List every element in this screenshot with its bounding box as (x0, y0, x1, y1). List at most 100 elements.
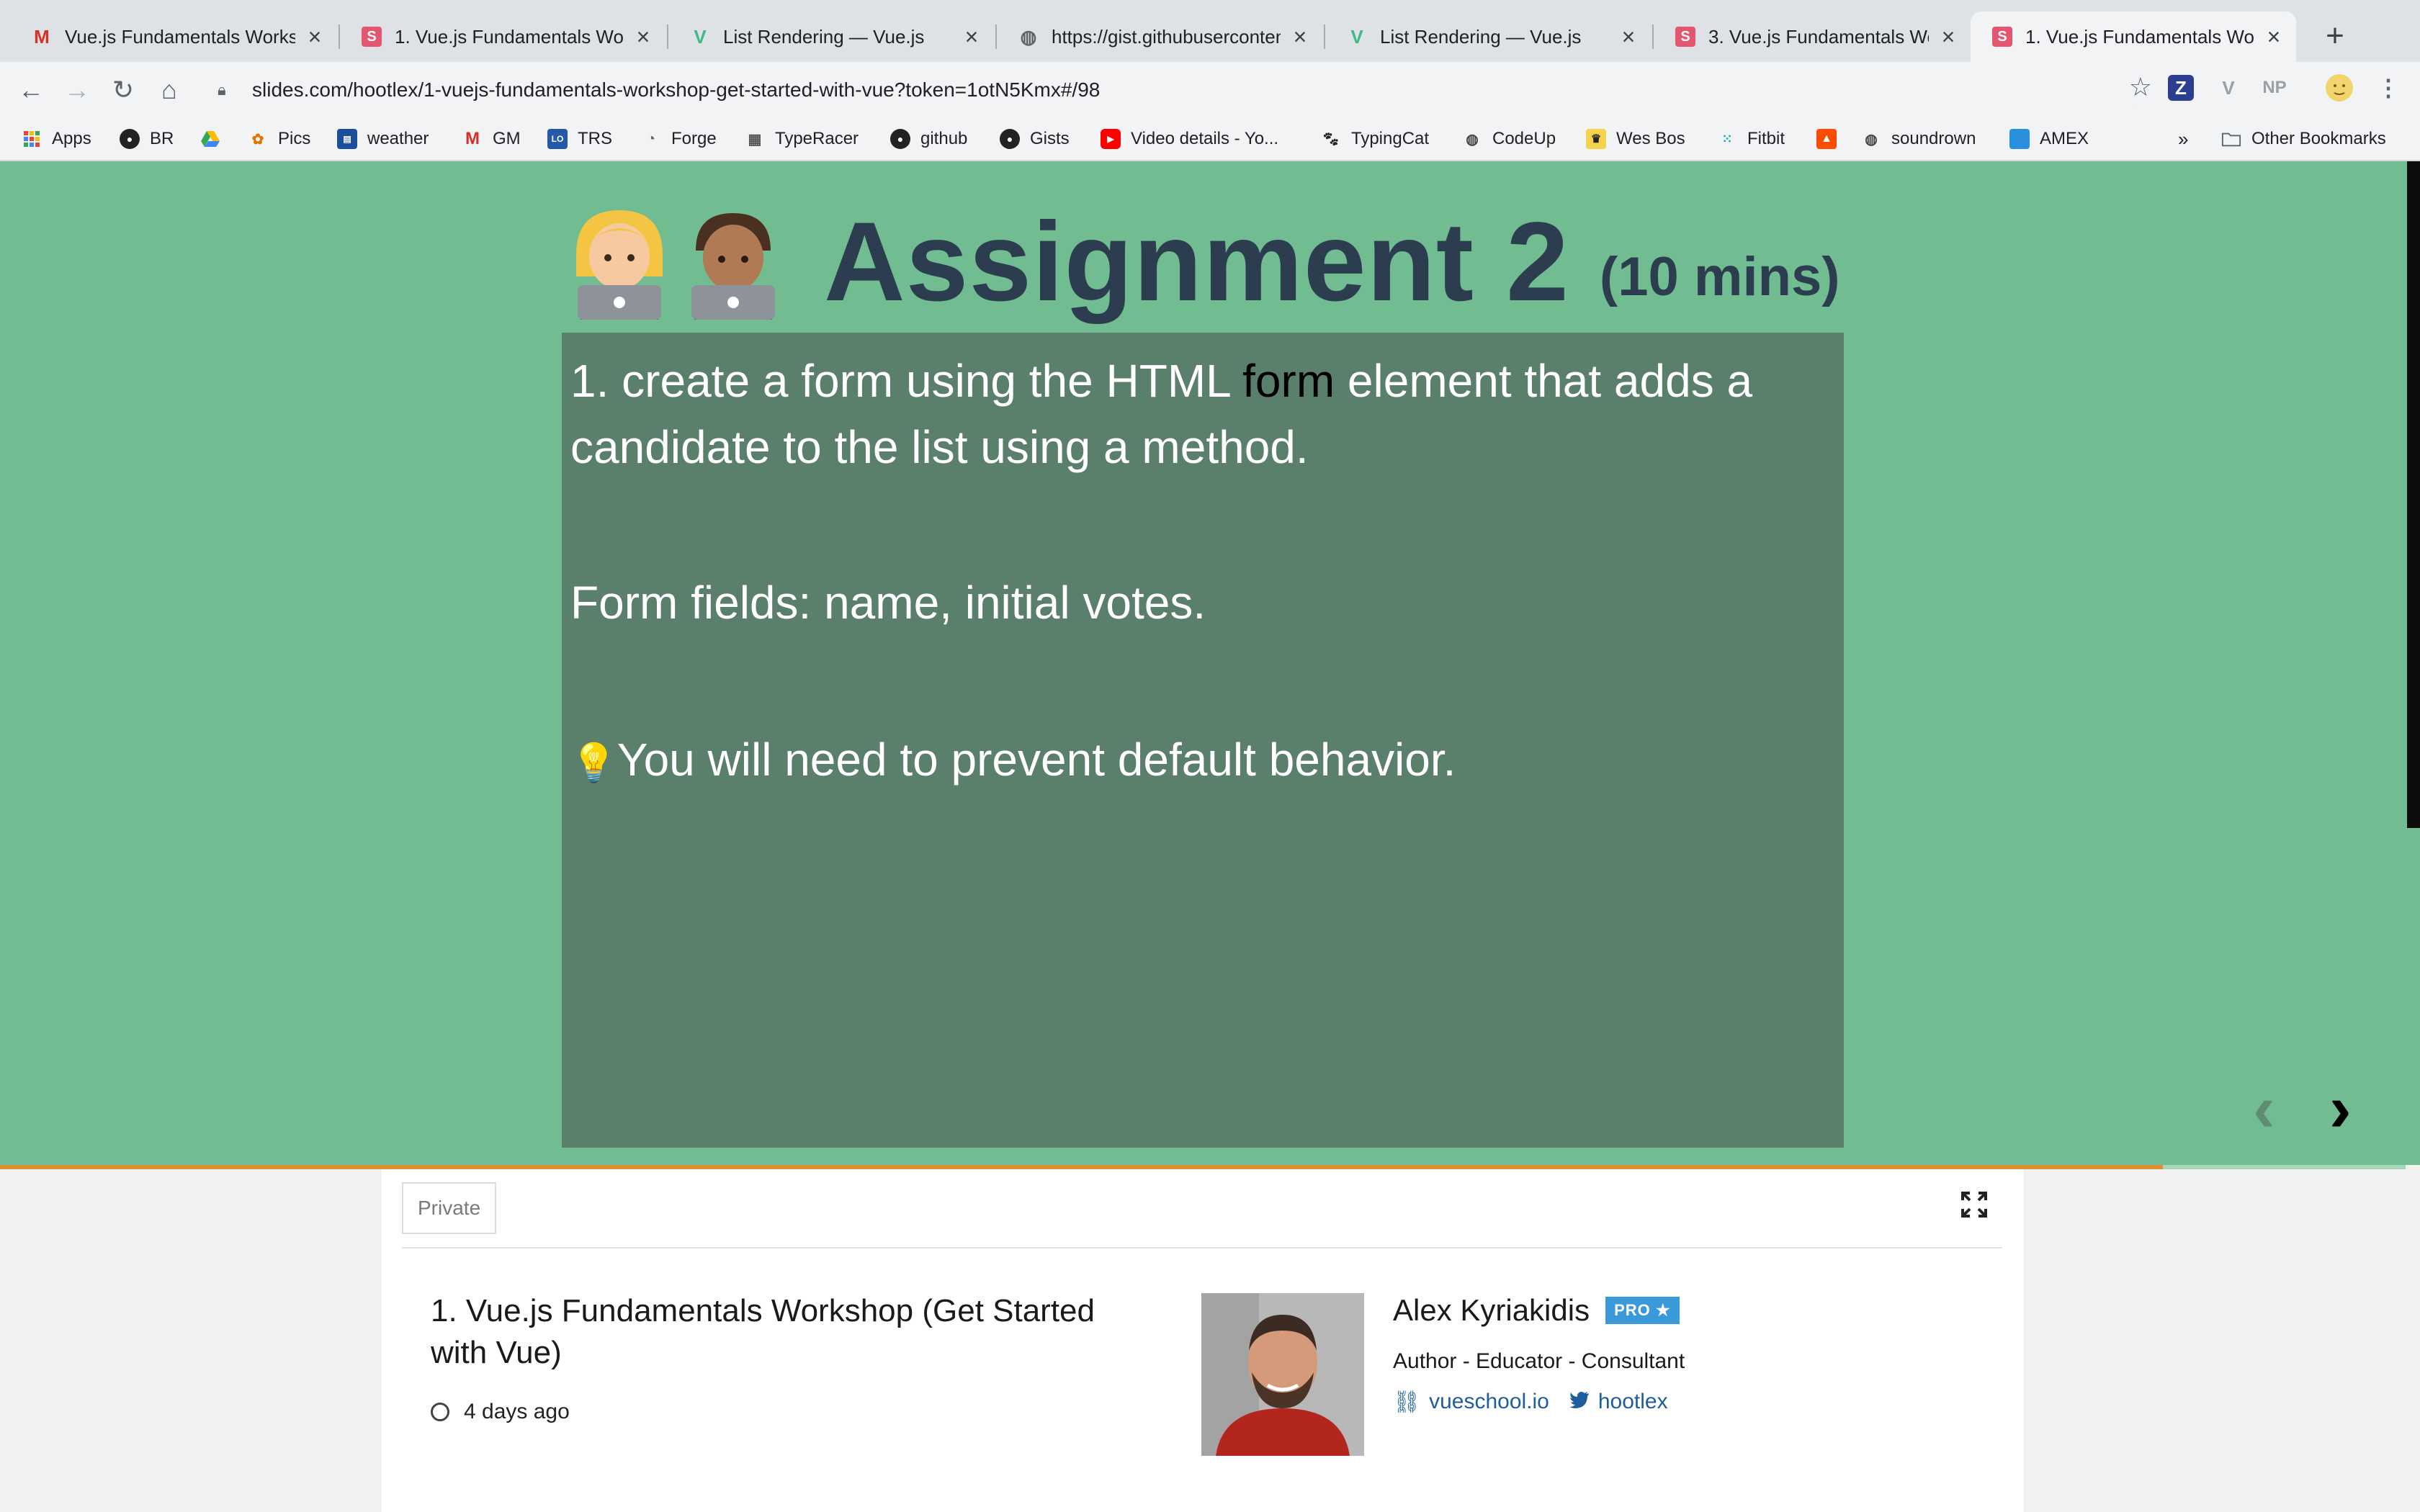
v-extension-icon[interactable]: V (2213, 72, 2244, 104)
amex-icon (2009, 129, 2030, 149)
slides-icon: S (362, 27, 382, 47)
trs-icon: LO (547, 129, 568, 149)
bookmark-label: TypingCat (1351, 129, 1430, 148)
menu-dots-icon[interactable]: ⋮ (2372, 72, 2404, 104)
back-arrow-icon[interactable]: ← (13, 72, 49, 108)
bookmark-trs[interactable]: LO TRS (547, 125, 612, 153)
scrollbar-thumb[interactable] (2407, 161, 2420, 828)
tab-2[interactable]: V List Rendering — Vue.js × (668, 12, 994, 62)
tip-line: 💡You will need to prevent default behavi… (570, 733, 1456, 786)
twitter-link[interactable]: hootlex (1598, 1390, 1668, 1415)
bookmark-weather[interactable]: ▤ weather (337, 125, 429, 153)
bookmark-gm[interactable]: M GM (462, 125, 521, 153)
deck-info-card: Private 1. Vue.js Fundamentals Workshop … (382, 1169, 2024, 1512)
profile-avatar[interactable] (2323, 72, 2355, 104)
close-icon[interactable]: × (304, 24, 326, 50)
bookmark-br[interactable]: ● BR (120, 125, 174, 153)
bookmark-gists[interactable]: ● Gists (1000, 125, 1070, 153)
bookmark-apps[interactable]: Apps (22, 125, 91, 153)
bookmark-label: TRS (578, 129, 612, 148)
address-bar[interactable]: 🔒︎ slides.com/hootlex/1-vuejs-fundamenta… (197, 68, 2152, 112)
tab-6-active[interactable]: S 1. Vue.js Fundamentals Work × (1971, 12, 2296, 62)
bookmark-pics[interactable]: ✿ Pics (248, 125, 311, 153)
bookmark-label: Apps (52, 129, 91, 148)
slide-title-text: Assignment 2 (824, 199, 1569, 325)
globe-icon: ◍ (1865, 131, 1878, 148)
tab-1[interactable]: S 1. Vue.js Fundamentals Work × (340, 12, 666, 62)
bookmark-label: TypeRacer (775, 129, 859, 148)
new-tab-button[interactable]: + (2315, 17, 2355, 58)
bookmark-codeup[interactable]: ◍ CodeUp (1462, 125, 1556, 153)
lock-icon: 🔒︎ (218, 81, 226, 99)
bookmark-star-icon[interactable]: ☆ (2129, 72, 2152, 102)
bookmark-label: Forge (671, 129, 717, 148)
tab-4[interactable]: V List Rendering — Vue.js × (1325, 12, 1651, 62)
globe-icon: ◍ (1020, 25, 1037, 48)
bookmark-soundrown[interactable]: ◍ soundrown (1861, 125, 1976, 153)
deck-timestamp: 4 days ago (431, 1400, 570, 1424)
bookmark-label: Video details - Yo... (1131, 129, 1279, 148)
bookmark-label: Gists (1030, 129, 1070, 148)
bookmark-typingcat[interactable]: 🐾︎ TypingCat (1321, 125, 1429, 153)
github-icon: ● (1000, 129, 1020, 149)
bookmark-forge[interactable]: ◔ Forge (641, 125, 717, 153)
close-icon[interactable]: × (1937, 24, 1959, 50)
z-extension-icon[interactable]: Z (2168, 75, 2194, 101)
slides-icon: S (1992, 27, 2012, 47)
close-icon[interactable]: × (1618, 24, 1639, 50)
bookmark-label: Fitbit (1747, 129, 1785, 148)
pro-badge: PRO ★ (1605, 1297, 1680, 1324)
website-link[interactable]: vueschool.io (1429, 1390, 1549, 1415)
reload-icon[interactable]: ↻ (105, 72, 141, 108)
weather-icon: ▤ (337, 129, 357, 149)
tab-5[interactable]: S 3. Vue.js Fundamentals Work × (1654, 12, 1971, 62)
bookmark-typeracer[interactable]: ▦ TypeRacer (745, 125, 859, 153)
np-extension-icon[interactable]: NP (2259, 72, 2290, 104)
bookmark-video-details[interactable]: ▶ Video details - Yo... (1101, 125, 1278, 153)
bookmark-amex[interactable]: AMEX (2009, 125, 2089, 153)
forward-arrow-icon[interactable]: → (59, 72, 95, 108)
typeracer-icon: ▦ (748, 131, 762, 148)
vue-icon: V (694, 25, 707, 48)
slide-title: Assignment 2 (10 mins) (566, 199, 1840, 325)
author-name[interactable]: Alex Kyriakidis (1393, 1293, 1590, 1328)
twitter-icon (1569, 1390, 1590, 1415)
tab-title: Vue.js Fundamentals Worksh (65, 25, 295, 48)
close-icon[interactable]: × (2263, 24, 2285, 50)
slide-duration: (10 mins) (1599, 246, 1840, 307)
crown-icon: ♛ (1586, 129, 1606, 149)
bookmark-drive[interactable] (200, 125, 220, 153)
tab-0[interactable]: M Vue.js Fundamentals Worksh × (10, 12, 337, 62)
prev-slide-arrow[interactable]: ‹ (2253, 1071, 2275, 1147)
close-icon[interactable]: × (632, 24, 654, 50)
forge-icon: ◔ (646, 130, 656, 147)
tab-3[interactable]: ◍ https://gist.githubuserconten × (997, 12, 1322, 62)
tip-text: You will need to prevent default behavio… (617, 734, 1456, 786)
lightbulb-icon: 💡 (570, 742, 617, 784)
tab-title: 1. Vue.js Fundamentals Work (2025, 25, 2254, 48)
instruction-line-2: candidate to the list using a method. (570, 421, 1309, 473)
strava-icon: ▲ (1816, 129, 1837, 149)
close-icon[interactable]: × (1289, 24, 1311, 50)
close-icon[interactable]: × (961, 24, 982, 50)
author-avatar[interactable] (1201, 1293, 1364, 1456)
next-slide-arrow[interactable]: › (2329, 1071, 2352, 1147)
bookmark-other[interactable]: Other Bookmarks (2221, 125, 2386, 153)
bookmarks-overflow-chevron[interactable]: » (2178, 125, 2188, 153)
deck-title[interactable]: 1. Vue.js Fundamentals Workshop (Get Sta… (431, 1290, 1151, 1374)
pics-icon: ✿ (251, 131, 264, 148)
woman-technologist-icon (566, 204, 673, 320)
bookmark-fitbit[interactable]: ⁙ Fitbit (1717, 125, 1785, 153)
url-text: slides.com/hootlex/1-vuejs-fundamentals-… (252, 78, 1101, 101)
globe-icon: ◍ (1466, 131, 1479, 148)
home-icon[interactable]: ⌂ (151, 72, 187, 108)
bookmark-strava[interactable]: ▲ (1816, 125, 1837, 153)
fullscreen-icon[interactable] (1960, 1191, 1988, 1225)
bookmark-wes-bos[interactable]: ♛ Wes Bos (1586, 125, 1685, 153)
paw-icon: 🐾︎ (1322, 131, 1340, 148)
vue-icon: V (1350, 25, 1363, 48)
bookmark-github[interactable]: ● github (890, 125, 967, 153)
github-icon: ● (890, 129, 910, 149)
bookmark-label: github (920, 129, 968, 148)
link-icon: ⛓︎ (1393, 1390, 1421, 1414)
